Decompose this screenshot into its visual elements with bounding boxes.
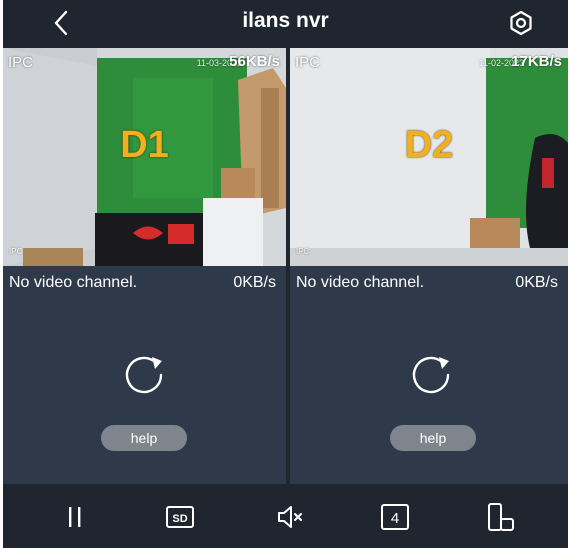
help-button[interactable]: help — [101, 425, 187, 451]
corner-label: IPC — [9, 247, 23, 256]
video-grid: D1 IPC 11-03-2023 56KB/s IPC D2 IPC 11-0… — [3, 48, 568, 484]
video-cell-1[interactable]: D1 IPC 11-03-2023 56KB/s IPC — [3, 48, 286, 266]
bitrate: 0KB/s — [233, 274, 276, 291]
help-button[interactable]: help — [390, 425, 476, 451]
refresh-icon[interactable] — [409, 353, 455, 399]
ipc-label: IPC — [295, 54, 321, 71]
no-video-message: No video channel. — [296, 274, 425, 291]
rotate-device-icon[interactable] — [483, 501, 517, 533]
no-video-message: No video channel. — [9, 274, 138, 291]
corner-label: IPC — [296, 247, 310, 256]
bottom-toolbar: SD 4 — [3, 484, 568, 548]
sd-quality-icon[interactable]: SD — [163, 501, 197, 533]
video-cell-2[interactable]: D2 IPC 11-02-2023 17KB/s IPC — [290, 48, 568, 266]
bitrate: 17KB/s — [511, 53, 562, 70]
page-title: ilans nvr — [242, 9, 329, 32]
settings-gear-icon[interactable] — [506, 8, 536, 38]
video-cell-3[interactable]: No video channel. 0KB/s help — [3, 266, 286, 484]
bitrate: 56KB/s — [229, 53, 280, 70]
pause-icon[interactable] — [58, 501, 92, 533]
nvr-app: ilans nvr D1 IPC 11-03-2023 56KB/s IPC D… — [3, 0, 568, 548]
top-bar: ilans nvr — [3, 0, 568, 48]
mute-icon[interactable] — [273, 501, 307, 533]
channel-label: D2 — [404, 124, 454, 166]
sd-label: SD — [172, 513, 187, 525]
bitrate: 0KB/s — [515, 274, 558, 291]
channel-label: D1 — [120, 124, 169, 166]
grid-divider — [286, 48, 290, 484]
split-4-icon[interactable]: 4 — [378, 501, 412, 533]
refresh-icon[interactable] — [122, 353, 168, 399]
split-count: 4 — [391, 510, 399, 527]
ipc-label: IPC — [8, 54, 34, 71]
video-cell-4[interactable]: No video channel. 0KB/s help — [290, 266, 568, 484]
